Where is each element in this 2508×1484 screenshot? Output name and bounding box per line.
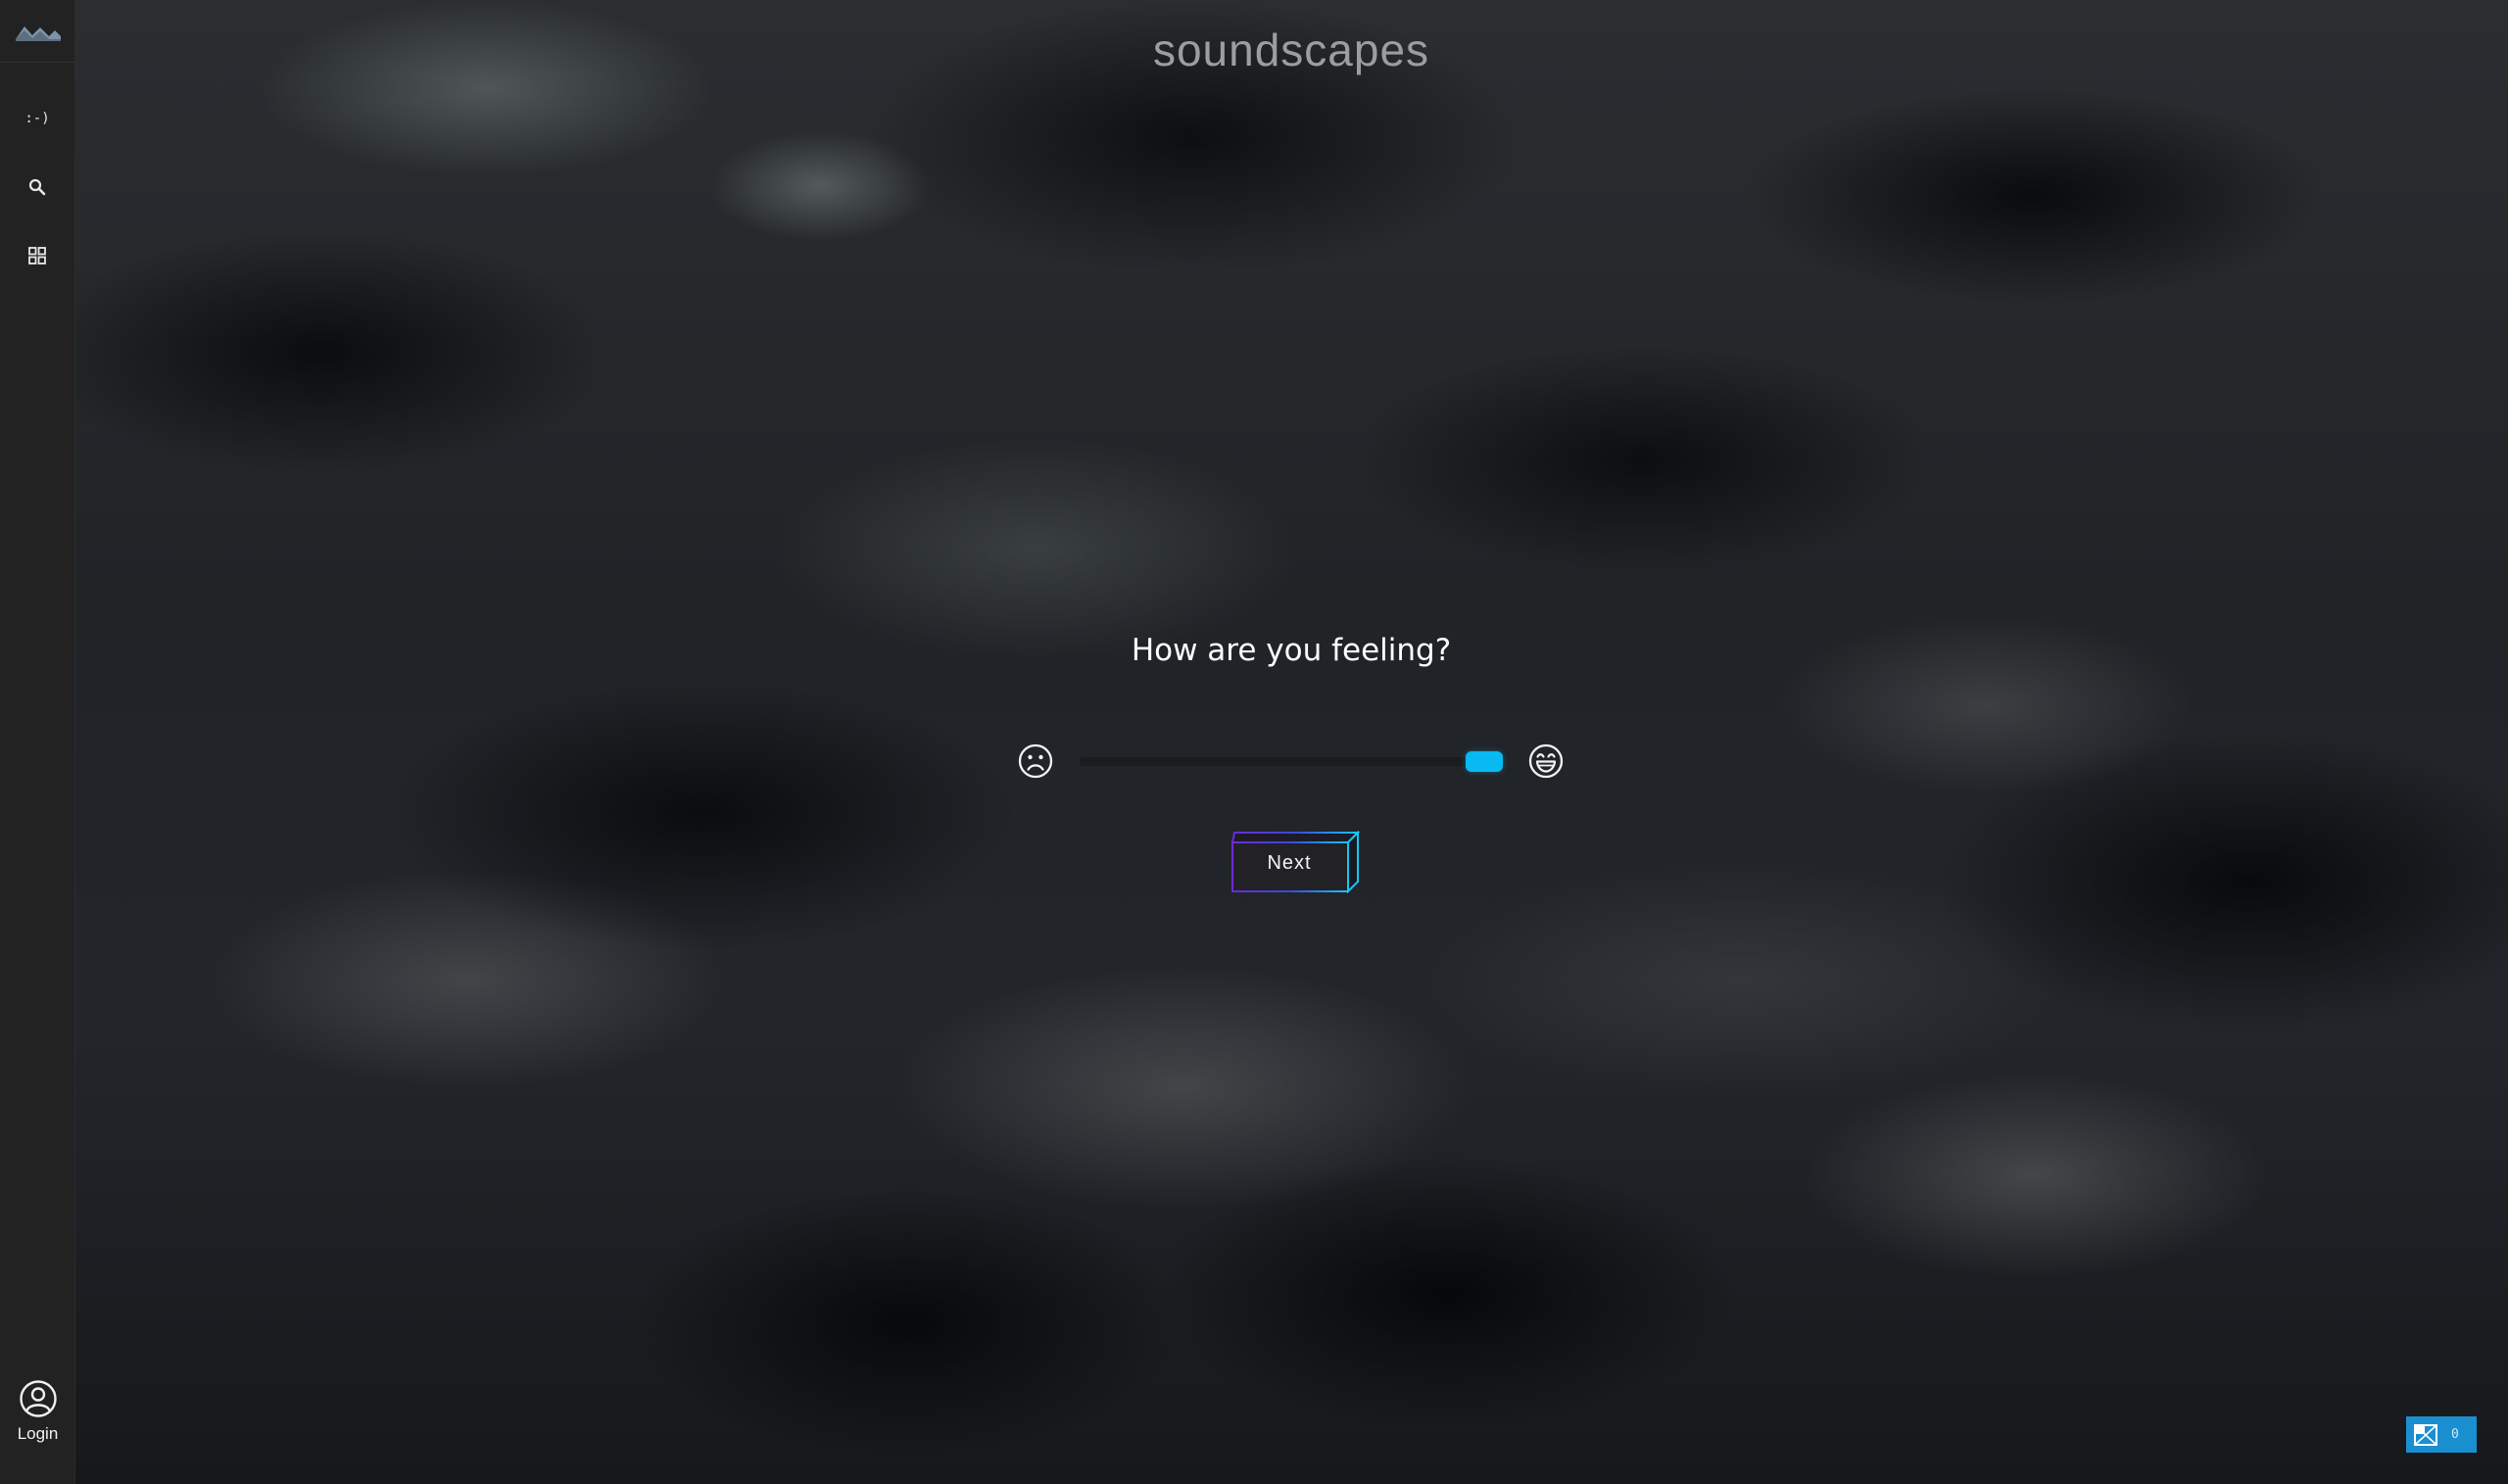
image-icon bbox=[2414, 1423, 2437, 1446]
login-button[interactable]: Login bbox=[0, 1379, 75, 1467]
sidebar-item-mood[interactable]: :-) bbox=[14, 95, 61, 142]
notification-badge[interactable]: 0 bbox=[2406, 1416, 2477, 1453]
badge-count: 0 bbox=[2451, 1427, 2459, 1442]
mood-slider-thumb[interactable] bbox=[1466, 751, 1503, 772]
sidebar: :-) Login bbox=[0, 0, 75, 1484]
search-icon bbox=[28, 178, 46, 196]
cloud-background bbox=[75, 0, 2508, 1484]
happy-face-icon bbox=[1528, 743, 1564, 779]
sidebar-item-search[interactable] bbox=[14, 164, 61, 211]
logo-icon[interactable] bbox=[0, 0, 75, 63]
next-button[interactable]: Next bbox=[1230, 831, 1362, 893]
brand-title: soundscapes bbox=[1152, 24, 1430, 75]
app-root: :-) Login soundscapes How are you feelin… bbox=[0, 0, 2508, 1484]
mood-slider-track[interactable] bbox=[1080, 757, 1503, 766]
mood-emoticon-icon: :-) bbox=[24, 111, 50, 126]
user-account-icon bbox=[19, 1380, 57, 1417]
sad-face-icon bbox=[1018, 743, 1053, 779]
login-label: Login bbox=[17, 1424, 59, 1443]
sidebar-item-browse[interactable] bbox=[14, 232, 61, 279]
next-button-label: Next bbox=[1267, 852, 1312, 874]
mood-question: How are you feeling? bbox=[1131, 633, 1452, 668]
grid-icon bbox=[28, 247, 46, 264]
mood-slider-fill bbox=[1080, 757, 1484, 766]
